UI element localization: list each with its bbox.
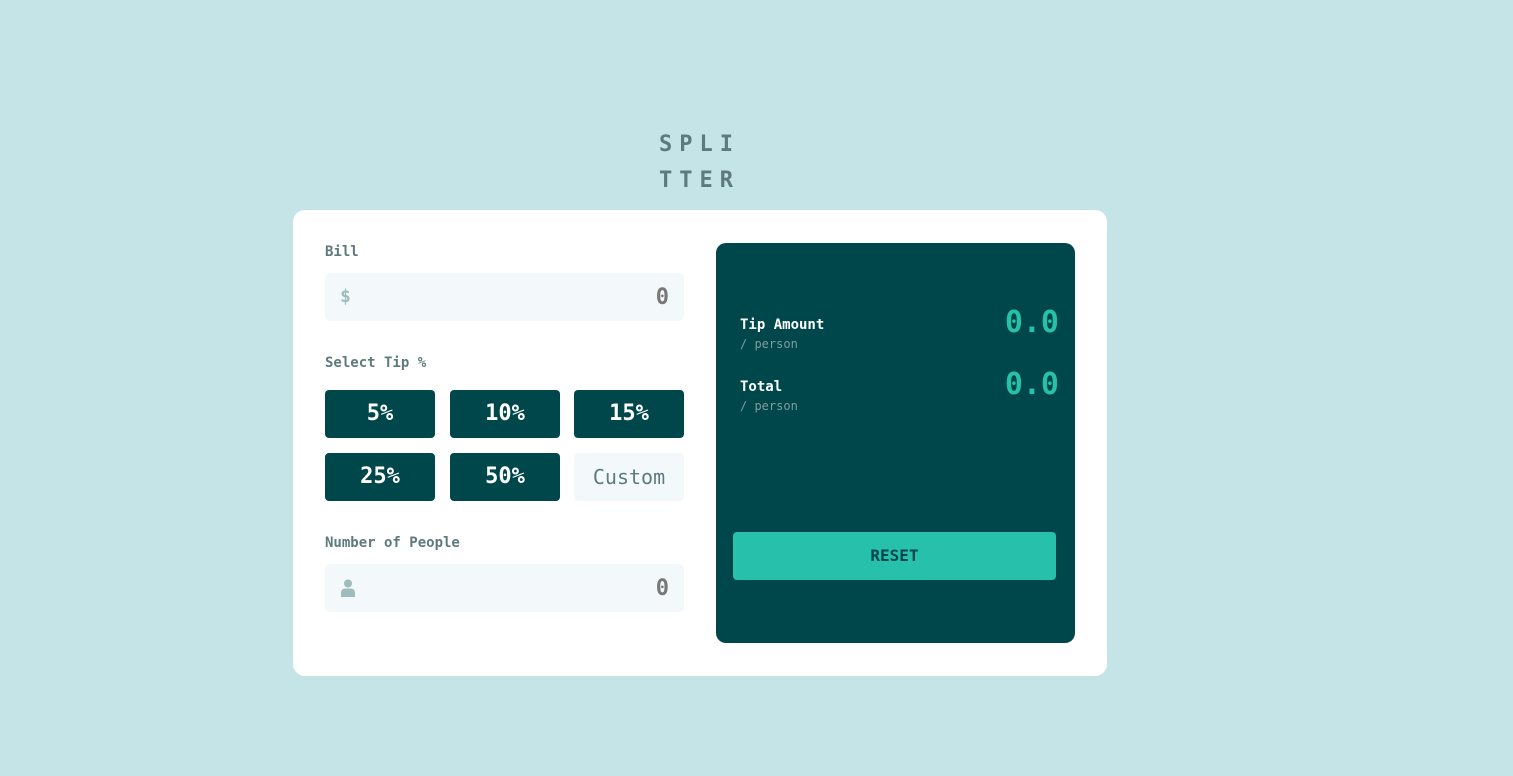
tip-amount-label: Tip Amount: [740, 317, 825, 333]
logo-line-2: TTER: [659, 168, 740, 193]
tip-button-5[interactable]: 5%: [325, 390, 435, 438]
custom-tip-input[interactable]: Custom: [574, 453, 684, 501]
results-panel: Tip Amount / person 0.0 Total / person 0…: [716, 243, 1075, 643]
bill-field: $: [325, 273, 684, 321]
bill-input[interactable]: [325, 273, 684, 321]
tip-button-50[interactable]: 50%: [450, 453, 560, 501]
tip-amount-value: 0.0: [1004, 305, 1059, 340]
calculator-card: Bill $ Select Tip % 5% 10% 15% 25% 50% C…: [293, 210, 1107, 676]
tip-button-25[interactable]: 25%: [325, 453, 435, 501]
reset-button[interactable]: RESET: [733, 532, 1056, 580]
total-per-person: / person: [740, 399, 798, 413]
people-input[interactable]: [325, 564, 684, 612]
select-tip-label: Select Tip %: [325, 355, 427, 371]
people-field: [325, 564, 684, 612]
logo-line-1: SPLI: [659, 132, 740, 157]
tip-button-10[interactable]: 10%: [450, 390, 560, 438]
people-label: Number of People: [325, 535, 460, 551]
tip-amount-per-person: / person: [740, 337, 798, 351]
total-value: 0.0: [1004, 367, 1059, 402]
tip-button-15[interactable]: 15%: [574, 390, 684, 438]
total-label: Total: [740, 379, 783, 395]
app-logo: SPLI TTER: [659, 127, 749, 199]
bill-label: Bill: [325, 244, 359, 260]
